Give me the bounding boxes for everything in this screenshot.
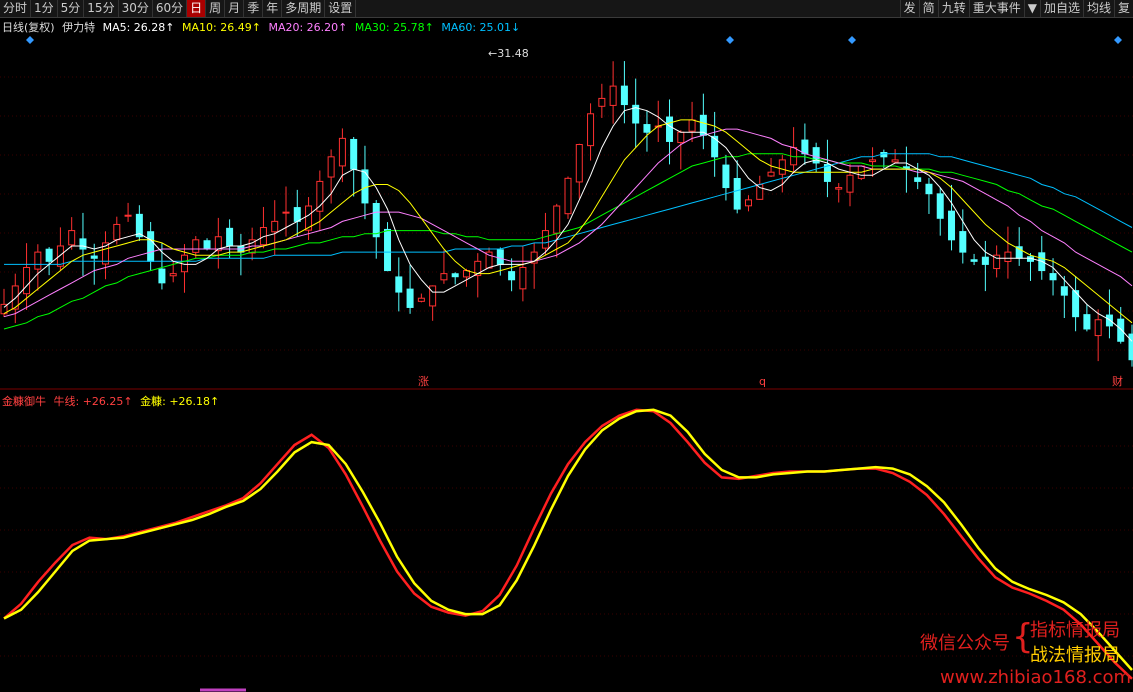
candle-body: [158, 268, 166, 284]
candle-body: [970, 259, 978, 262]
candle-body: [45, 248, 53, 262]
candle-body: [34, 251, 42, 270]
candle-body: [587, 113, 595, 147]
candle-body: [643, 124, 651, 133]
watermark-url: www.zhibiao168.com: [940, 667, 1132, 688]
diamond-icon-3: [1114, 36, 1122, 44]
candle-body: [666, 116, 674, 142]
candle-body: [778, 159, 786, 175]
candle-body: [372, 202, 380, 238]
candle-body: [395, 276, 403, 293]
candle-body: [869, 159, 877, 163]
candle-body: [90, 255, 98, 259]
candle-body: [327, 156, 335, 178]
candle-body: [169, 273, 177, 277]
diamond-icon-0: [26, 36, 34, 44]
high-price-label: ←31.48: [488, 47, 529, 60]
candle-body: [1105, 314, 1113, 327]
candle-body: [914, 177, 922, 182]
candle-body: [744, 199, 752, 207]
candle-body: [350, 138, 358, 170]
candle-body: [959, 231, 967, 253]
candle-body: [56, 245, 64, 267]
watermark-top: 指标情报局: [1030, 620, 1120, 641]
candle-body: [147, 231, 155, 262]
candle-body: [508, 271, 516, 281]
candle-body: [620, 85, 628, 106]
candle-body: [677, 131, 685, 144]
event-q: q: [759, 375, 766, 388]
candle-body: [541, 230, 549, 249]
candle-body: [575, 144, 583, 183]
watermark: 微信公众号 { 指标情报局 战法情报局 www.zhibiao168.com: [920, 615, 1132, 689]
event-diamonds: [26, 36, 1122, 44]
candle-body: [316, 180, 324, 212]
candle-body: [1049, 273, 1057, 281]
candle-body: [68, 230, 76, 246]
candles: [0, 61, 1133, 367]
candle-body: [1083, 314, 1091, 330]
candle-body: [733, 178, 741, 210]
candle-body: [23, 266, 31, 295]
candle-body: [801, 139, 809, 155]
candle-body: [496, 249, 504, 265]
candle-body: [722, 164, 730, 189]
kline-chart[interactable]: ←31.48 涨 q 财: [0, 0, 1133, 692]
candle-body: [79, 238, 87, 250]
candle-body: [925, 183, 933, 195]
candle-body: [981, 256, 989, 265]
candle-body: [417, 297, 425, 302]
candle-body: [609, 85, 617, 106]
candle-body: [767, 171, 775, 177]
candle-body: [384, 228, 392, 272]
grid-lines: [0, 76, 1133, 657]
candle-body: [564, 177, 572, 215]
candle-body: [688, 119, 696, 132]
candle-body: [711, 135, 719, 158]
event-cai: 财: [1112, 374, 1123, 388]
candle-body: [406, 288, 414, 308]
candle-body: [338, 137, 346, 167]
diamond-icon-2: [848, 36, 856, 44]
candle-body: [282, 211, 290, 214]
candle-body: [553, 205, 561, 234]
candle-body: [124, 214, 132, 217]
candle-body: [1094, 319, 1102, 337]
diamond-icon-1: [726, 36, 734, 44]
candle-body: [1004, 251, 1012, 262]
candle-body: [598, 97, 606, 107]
candle-body: [936, 193, 944, 219]
candle-body: [756, 183, 764, 200]
candle-body: [429, 285, 437, 307]
candle-body: [226, 227, 234, 247]
candle-body: [293, 207, 301, 222]
candle-body: [451, 273, 459, 278]
candle-body: [203, 240, 211, 250]
watermark-bottom: 战法情报局: [1030, 645, 1120, 666]
candle-body: [271, 220, 279, 233]
candle-body: [519, 266, 527, 290]
candle-body: [891, 159, 899, 163]
candle-body: [440, 273, 448, 281]
watermark-left: 微信公众号: [920, 633, 1010, 654]
candle-body: [835, 187, 843, 190]
candle-body: [1117, 318, 1125, 342]
candle-body: [1128, 333, 1133, 361]
candle-body: [1060, 286, 1068, 296]
candle-body: [113, 223, 121, 241]
candle-body: [948, 210, 956, 241]
event-zhang: 涨: [418, 375, 429, 388]
candle-body: [192, 239, 200, 253]
candle-body: [846, 174, 854, 193]
